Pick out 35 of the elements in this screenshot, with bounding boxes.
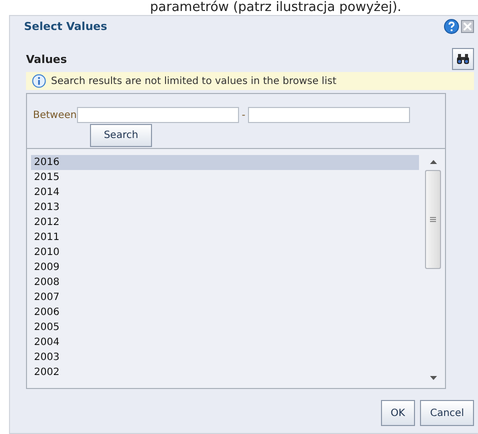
document-text: parametrów (patrz ilustracja powyżej). (149, 0, 402, 15)
value-item[interactable]: 2008 (31, 275, 425, 290)
help-icon[interactable] (444, 18, 459, 34)
close-icon[interactable] (461, 20, 474, 32)
value-item[interactable]: 2013 (31, 200, 425, 215)
value-item[interactable]: 2003 (31, 350, 425, 365)
search-button[interactable]: Search (90, 124, 152, 147)
dialog-button[interactable]: OK (380, 400, 416, 426)
binoculars-icon (456, 53, 470, 65)
scroll-down-icon[interactable] (430, 376, 436, 380)
between-label: Between (33, 110, 77, 120)
value-item[interactable]: 2004 (31, 335, 425, 350)
to-field[interactable] (248, 107, 410, 123)
value-item[interactable]: 2005 (31, 320, 425, 335)
dialog-button[interactable]: Cancel (420, 400, 474, 426)
value-item[interactable]: 2011 (31, 230, 425, 245)
range-separator: - (242, 110, 246, 120)
scroll-up-icon[interactable] (430, 160, 436, 164)
search-toggle-button[interactable] (452, 48, 474, 70)
section-heading: Values (26, 52, 67, 66)
dialog-title: Select Values (24, 20, 108, 32)
value-item[interactable]: 2009 (31, 260, 425, 275)
value-item[interactable]: 2010 (31, 245, 425, 260)
info-icon (32, 74, 46, 88)
info-message: Search results are not limited to values in the browse list (51, 76, 336, 86)
from-field[interactable] (76, 107, 239, 123)
value-item[interactable]: 2014 (31, 185, 425, 200)
grip-icon (430, 217, 436, 222)
value-item[interactable]: 2015 (31, 170, 425, 185)
value-item[interactable]: 2016 (31, 155, 419, 170)
value-item[interactable]: 2006 (31, 305, 425, 320)
value-item[interactable]: 2007 (31, 290, 425, 305)
scroll-thumb[interactable] (425, 170, 441, 269)
value-item[interactable]: 2012 (31, 215, 425, 230)
value-item[interactable]: 2002 (31, 365, 425, 380)
